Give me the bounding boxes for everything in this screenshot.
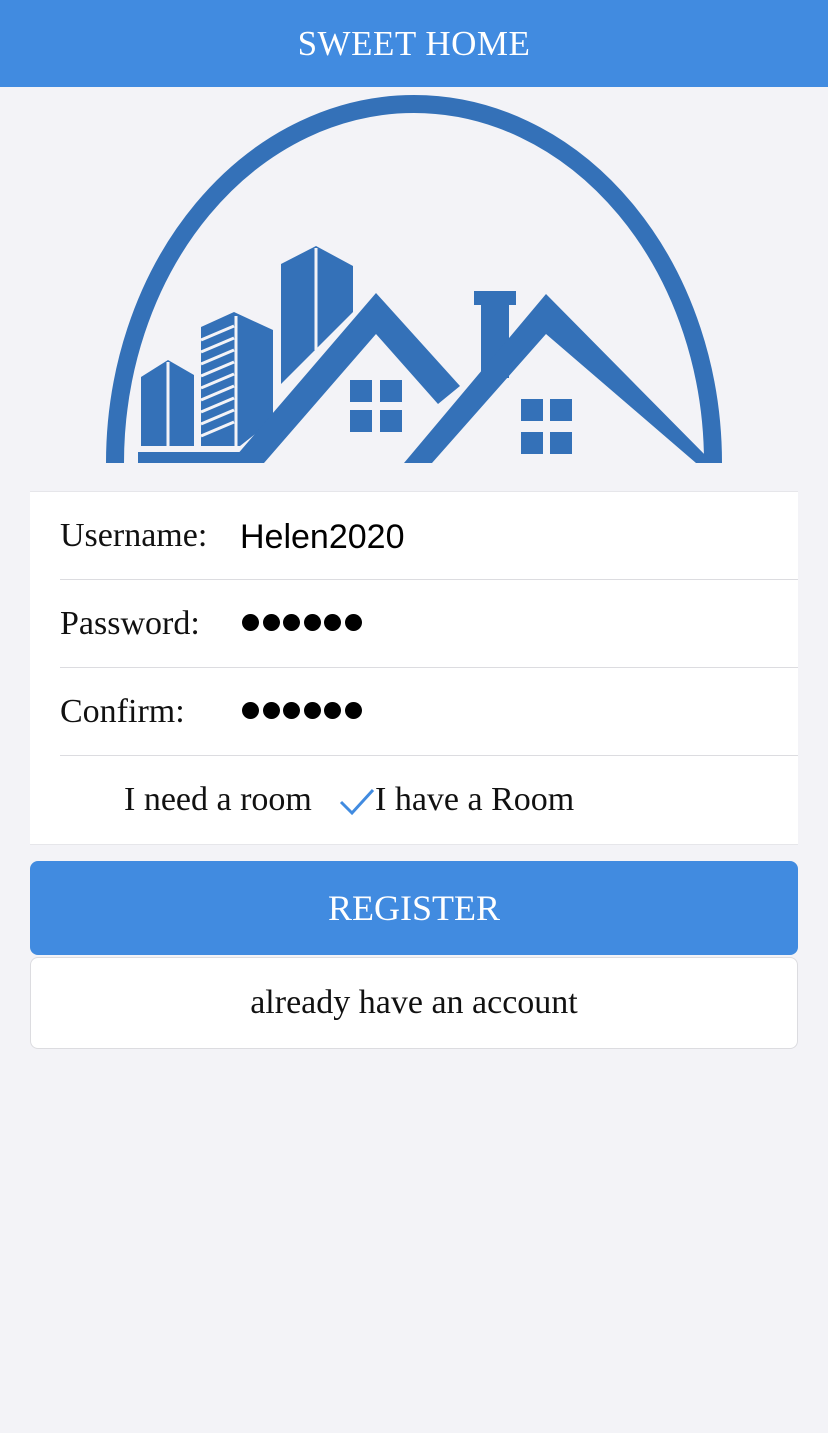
registration-form: Username: Helen2020 Password: Confirm: I… <box>30 491 798 845</box>
password-mask-dot <box>283 614 300 631</box>
top-navbar: SWEET HOME <box>0 0 828 87</box>
password-mask-dot <box>242 614 259 631</box>
already-have-account-button[interactable]: already have an account <box>30 957 798 1049</box>
password-mask-dot <box>242 702 259 719</box>
username-label: Username: <box>60 517 208 554</box>
password-row[interactable]: Password: <box>30 580 798 668</box>
password-mask-dot <box>344 614 362 631</box>
password-mask-dot <box>344 702 362 719</box>
register-button[interactable]: REGISTER <box>30 861 798 955</box>
password-mask-dot <box>262 614 280 631</box>
password-mask-dot <box>303 614 321 631</box>
confirm-row[interactable]: Confirm: <box>30 668 798 756</box>
option-need-room[interactable]: I need a room <box>124 756 312 844</box>
confirm-password-input[interactable] <box>242 702 362 719</box>
username-row[interactable]: Username: Helen2020 <box>30 492 798 580</box>
password-mask-dot <box>303 702 321 719</box>
password-mask-dot <box>283 702 300 719</box>
page-title: SWEET HOME <box>297 23 531 63</box>
option-have-room[interactable]: I have a Room <box>375 756 574 844</box>
confirm-label: Confirm: <box>60 693 185 730</box>
house-logo-icon <box>106 95 722 464</box>
password-mask-dot <box>324 614 341 631</box>
room-option-row: I need a room I have a Room <box>30 756 798 844</box>
password-input[interactable] <box>242 614 362 631</box>
password-mask-dot <box>262 702 280 719</box>
password-mask-dot <box>324 702 341 719</box>
username-input[interactable]: Helen2020 <box>240 492 404 580</box>
password-label: Password: <box>60 605 200 642</box>
checkmark-icon <box>339 788 375 816</box>
